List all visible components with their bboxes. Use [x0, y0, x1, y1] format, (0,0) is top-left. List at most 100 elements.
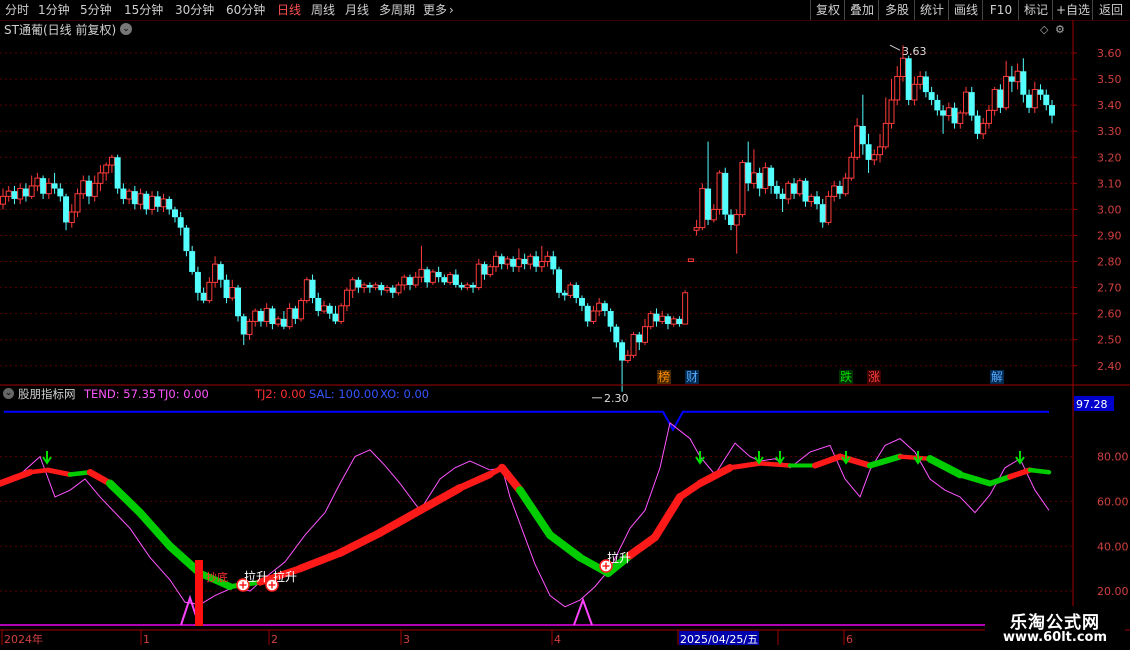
candle: [779, 188, 786, 212]
stock-chart[interactable]: 抄底 拉升 拉升拉升 3.603.503.403.303.203.103.002.9…: [0, 0, 1130, 650]
down-arrow-head: [42, 456, 52, 465]
event-tag: 解: [990, 370, 1004, 384]
back-button[interactable]: 返回: [1092, 0, 1129, 20]
candle: [985, 105, 992, 129]
event-tag-text: 跌: [840, 369, 852, 384]
candle-body: [97, 172, 104, 184]
period-tab-30min[interactable]: 30分钟: [175, 2, 214, 18]
candle-body: [34, 177, 41, 187]
candle: [108, 154, 115, 173]
candle: [257, 308, 264, 327]
tend-band-segment: [86, 469, 114, 487]
tend-band-segment: [516, 486, 554, 540]
gear-icon[interactable]: ⚙: [1055, 23, 1065, 36]
candle-body: [303, 279, 310, 302]
event-tag: 榜: [657, 369, 671, 384]
candle: [538, 245, 545, 272]
event-tag: 跌: [839, 369, 853, 384]
adjust-button[interactable]: 复权: [810, 0, 845, 20]
candle: [160, 193, 167, 212]
stats-button[interactable]: 统计: [914, 0, 949, 20]
candle: [1014, 63, 1021, 90]
candle: [739, 159, 746, 218]
candle-body: [601, 303, 608, 312]
chart-settings-icon[interactable]: ⌄: [120, 23, 132, 35]
candle: [527, 253, 534, 270]
candle: [567, 282, 574, 298]
time-label: 2025/04/25/五: [680, 633, 758, 646]
indicator-collapse-icon[interactable]: ⌄: [3, 388, 14, 399]
candle: [217, 261, 224, 288]
tend-band-segment: [576, 553, 612, 577]
mark-button[interactable]: 标记: [1018, 0, 1053, 20]
period-tab-1min[interactable]: 1分钟: [38, 2, 70, 18]
candle-body: [212, 263, 219, 283]
candle: [968, 86, 975, 121]
candle: [406, 274, 413, 291]
candle-body: [624, 354, 631, 362]
candle: [481, 261, 488, 280]
candle: [693, 219, 700, 236]
period-tab-15min[interactable]: 15分钟: [124, 2, 163, 18]
candle-body: [309, 279, 316, 298]
candle-body: [825, 195, 832, 223]
xo-value: XO: 0.00: [380, 387, 430, 401]
period-tab-intraday[interactable]: 分时: [5, 2, 29, 18]
tend-band-segment: [416, 483, 464, 515]
multi-stock-button[interactable]: 多股: [878, 0, 915, 20]
event-tag-bg: [685, 370, 699, 384]
watermark-url: www.60lt.com: [1002, 630, 1108, 645]
candle: [515, 248, 522, 272]
bottom-buy-label: 抄底: [206, 570, 228, 584]
period-tab-60min[interactable]: 60分钟: [226, 2, 265, 18]
candle-body: [922, 76, 929, 93]
tend-band-segment: [376, 506, 424, 537]
candle-body: [246, 320, 253, 335]
candle: [17, 183, 24, 205]
period-tab-monthly[interactable]: 月线: [345, 2, 369, 18]
draw-line-button[interactable]: 画线: [948, 0, 983, 20]
f10-button[interactable]: F10: [982, 0, 1019, 20]
candle: [911, 76, 918, 106]
candle: [475, 258, 482, 291]
chevron-right-icon[interactable]: ›: [449, 2, 454, 18]
candle: [997, 84, 1004, 113]
rise-signal-label: 拉升: [273, 569, 297, 584]
period-tab-multi[interactable]: 多周期: [379, 2, 415, 18]
candle: [974, 110, 981, 140]
period-tab-daily[interactable]: 日线: [277, 2, 301, 18]
event-tag-text: 财: [686, 370, 698, 384]
candle-body: [659, 315, 666, 322]
overlay-button[interactable]: 叠加: [844, 0, 879, 20]
candle-body: [487, 266, 494, 276]
candle-body: [963, 91, 970, 114]
diamond-icon[interactable]: ◇: [1040, 23, 1048, 36]
indicator-name[interactable]: 股朋指标网: [18, 386, 76, 402]
candle: [836, 180, 843, 199]
period-tab-5min[interactable]: 5分钟: [80, 2, 112, 18]
candle-body: [452, 274, 459, 285]
period-tab-more[interactable]: 更多: [423, 2, 447, 18]
candle-body: [57, 188, 64, 197]
candle-body: [607, 311, 614, 327]
candle: [166, 196, 173, 215]
candle: [332, 305, 339, 325]
event-tag-bg: [657, 370, 671, 384]
candle-body: [1008, 76, 1015, 82]
candle: [80, 175, 87, 199]
candle: [1043, 89, 1050, 111]
tend-band-segment: [897, 454, 933, 462]
rise-signal: 拉升: [599, 550, 631, 573]
period-tab-weekly[interactable]: 周线: [311, 2, 335, 18]
add-watchlist-button[interactable]: +自选: [1052, 0, 1093, 20]
rise-signal-label: 拉升: [607, 550, 631, 565]
candle: [980, 118, 987, 140]
candle-body: [269, 308, 276, 325]
candle: [418, 245, 425, 283]
candle: [813, 191, 820, 210]
candle: [1049, 99, 1055, 124]
candle: [1037, 84, 1044, 100]
bottom-signal-peak: [180, 594, 200, 626]
candle-body: [997, 89, 1004, 108]
candle-body: [326, 305, 333, 314]
